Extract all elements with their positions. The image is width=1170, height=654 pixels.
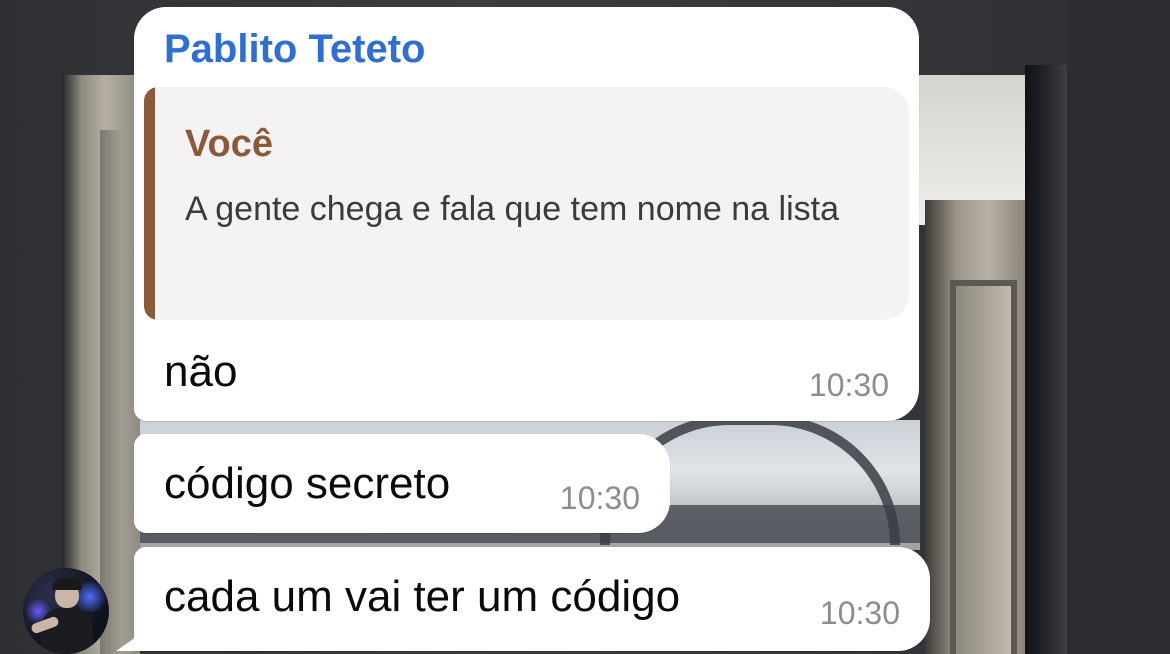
message-text: cada um vai ter um código (164, 572, 681, 621)
sender-name[interactable]: Pablito Teteto (164, 29, 425, 69)
wallpaper-post-right (1025, 65, 1067, 654)
wallpaper-door-panel-left (100, 130, 122, 654)
message-time: 10:30 (559, 480, 640, 516)
message-time: 10:30 (808, 367, 889, 403)
wallpaper-door-right-panel (950, 280, 1017, 654)
message-bubble[interactable]: código secreto 10:30 (134, 434, 670, 533)
reply-quote[interactable]: Você A gente chega e fala que tem nome n… (144, 87, 909, 320)
reply-text: A gente chega e fala que tem nome na lis… (185, 190, 840, 228)
wallpaper-right-wall (1067, 0, 1170, 654)
avatar-person-body (41, 608, 93, 654)
message-bubble[interactable]: Pablito Teteto Você A gente chega e fala… (134, 7, 919, 421)
message-time: 10:30 (819, 595, 900, 631)
message-text: código secreto (164, 459, 451, 508)
reply-accent-bar (144, 87, 155, 320)
message-bubble[interactable]: cada um vai ter um código 10:30 (134, 547, 930, 651)
avatar-person-cap (52, 578, 82, 590)
reply-author: Você (185, 123, 274, 165)
message-text: não (164, 347, 238, 396)
avatar[interactable] (23, 568, 109, 654)
